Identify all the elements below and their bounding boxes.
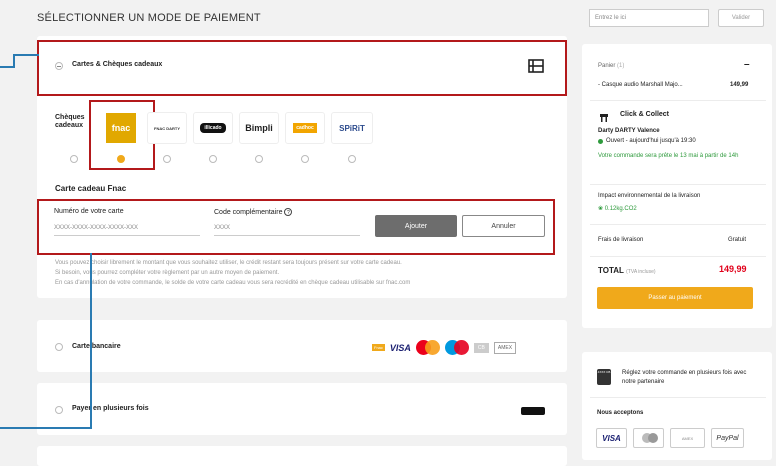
store-status-text: Ouvert - aujourd'hui jusqu'à 19:30 bbox=[606, 138, 696, 144]
cancel-gift-card-button[interactable]: Annuler bbox=[462, 215, 545, 237]
annotation-line bbox=[0, 66, 14, 68]
divider bbox=[590, 397, 766, 398]
illicado-logo-label: illicado bbox=[200, 123, 226, 133]
bank-card-label: Carte bancaire bbox=[72, 343, 121, 350]
store-icon bbox=[599, 110, 609, 128]
installment-badge-icon bbox=[521, 407, 545, 415]
add-gift-card-button[interactable]: Ajouter bbox=[375, 215, 457, 237]
ready-text: Votre commande sera prête le 13 mai à pa… bbox=[598, 153, 739, 159]
gift-card-radio-fnac-darty[interactable] bbox=[163, 155, 171, 163]
card-number-input[interactable]: XXXX-XXXX-XXXX-XXXX-XXX bbox=[54, 220, 200, 236]
spirit-logo-label: SPiRiT bbox=[339, 123, 365, 133]
fnac-darty-logo-label: FNAC DARTY bbox=[154, 125, 180, 131]
help-icon[interactable]: ? bbox=[284, 208, 293, 216]
cart-header[interactable]: Panier (1) bbox=[598, 63, 624, 69]
visa-icon: VISA bbox=[389, 342, 411, 353]
info-line-2: Si besoin, vous pourrez compléter votre … bbox=[55, 270, 280, 276]
installments-promo-text: Réglez votre commande en plusieurs fois … bbox=[622, 370, 747, 385]
gift-card-info-text: Vous pouvez choisir librement le montant… bbox=[55, 258, 545, 288]
total-row: TOTAL (TVA incluse) bbox=[598, 266, 656, 275]
gift-card-icon bbox=[527, 57, 545, 80]
cart-item-price: 149,99 bbox=[730, 82, 749, 88]
fnac-card-icon: Fnac bbox=[372, 344, 385, 351]
info-line-1: Vous pouvez choisir librement le montant… bbox=[55, 260, 402, 266]
cadhoc-logo-label: cadhoc bbox=[293, 123, 317, 133]
card-number-label: Numéro de votre carte bbox=[54, 208, 124, 215]
installment-radio[interactable] bbox=[55, 406, 63, 414]
page-title: SÉLECTIONNER UN MODE DE PAIEMENT bbox=[37, 12, 261, 24]
gift-card-form-title: Carte cadeau Fnac bbox=[55, 184, 127, 193]
code-placeholder: XXXX bbox=[214, 225, 231, 231]
gift-card-spirit[interactable]: SPiRiT bbox=[331, 112, 373, 144]
info-line-3: En cas d'annulation de votre commande, l… bbox=[55, 280, 411, 286]
leaf-icon: ❀ bbox=[598, 206, 604, 212]
code-label: Code complémentaire ? bbox=[214, 208, 293, 216]
total-label: TOTAL bbox=[598, 266, 624, 275]
gift-card-collapse-radio[interactable] bbox=[55, 62, 63, 70]
visa-icon: VISA bbox=[596, 428, 627, 448]
store-name: Darty DARTY Valence bbox=[598, 128, 660, 134]
bimpli-logo-label: Bimpli bbox=[245, 123, 273, 133]
gift-card-fnac-darty[interactable]: FNAC DARTY bbox=[147, 112, 187, 144]
promo-code-placeholder: Entrez le ici bbox=[595, 15, 627, 21]
divider bbox=[590, 184, 766, 185]
total-value: 149,99 bbox=[719, 264, 747, 274]
divider bbox=[590, 256, 766, 257]
pay-button[interactable]: Passer au paiement bbox=[597, 287, 753, 309]
open-status-dot-icon bbox=[598, 138, 603, 144]
gift-card-fnac-tile[interactable]: fnac bbox=[106, 113, 136, 143]
gift-card-radio-cadhoc[interactable] bbox=[301, 155, 309, 163]
annotation-line bbox=[0, 427, 92, 429]
impact-value: ❀ 0.12kg.CO2 bbox=[598, 205, 637, 212]
amex-icon: AMEX bbox=[493, 341, 517, 354]
gift-card-cheques[interactable]: Chèques cadeaux bbox=[55, 114, 91, 146]
gift-card-radio-fnac[interactable] bbox=[117, 155, 125, 163]
store-status: Ouvert - aujourd'hui jusqu'à 19:30 bbox=[598, 138, 696, 144]
card-number-placeholder: XXXX-XXXX-XXXX-XXXX-XXX bbox=[54, 225, 139, 231]
gift-card-radio-bimpli[interactable] bbox=[255, 155, 263, 163]
gift-card-radio-cheques[interactable] bbox=[70, 155, 78, 163]
annotation-line bbox=[13, 54, 15, 68]
divider bbox=[590, 224, 766, 225]
accepted-logos: VISA AMEX PayPal bbox=[596, 428, 744, 448]
code-label-text: Code complémentaire bbox=[214, 209, 283, 216]
cart-count: (1) bbox=[617, 63, 625, 69]
divider bbox=[590, 100, 766, 101]
cart-label: Panier bbox=[598, 63, 616, 69]
gift-card-cadhoc[interactable]: cadhoc bbox=[285, 112, 325, 144]
delivery-value: Gratuit bbox=[728, 237, 747, 243]
cb4x-icon: 4XXX CB bbox=[597, 369, 611, 385]
bank-card-radio[interactable] bbox=[55, 343, 63, 351]
paypal-icon: PayPal bbox=[711, 428, 744, 448]
gift-card-illicado[interactable]: illicado bbox=[193, 112, 233, 144]
maestro-icon bbox=[444, 340, 469, 355]
promo-validate-button[interactable]: Valider bbox=[718, 9, 764, 27]
bottom-panel bbox=[37, 446, 567, 466]
gift-card-radio-spirit[interactable] bbox=[348, 155, 356, 163]
impact-label: Impact environnemental de la livraison bbox=[598, 193, 701, 199]
gift-card-radio-illicado[interactable] bbox=[209, 155, 217, 163]
delivery-label: Frais de livraison bbox=[598, 237, 644, 243]
code-input[interactable]: XXXX bbox=[214, 220, 360, 236]
bank-card-logos: Fnac VISA CB AMEX bbox=[372, 340, 517, 355]
annotation-line bbox=[13, 54, 39, 56]
click-collect-title: Click & Collect bbox=[620, 111, 670, 118]
gift-card-section-label: Cartes & Chèques cadeaux bbox=[72, 61, 163, 68]
cart-item-name: - Casque audio Marshall Majo... bbox=[598, 82, 683, 88]
mastercard-icon bbox=[633, 428, 664, 448]
promo-code-input[interactable]: Entrez le ici bbox=[589, 9, 709, 27]
total-note: (TVA incluse) bbox=[626, 269, 656, 275]
fnac-logo-label: fnac bbox=[111, 123, 131, 133]
accepted-title: Nous acceptons bbox=[597, 410, 644, 416]
impact-value-text: 0.12kg.CO2 bbox=[604, 206, 637, 212]
mastercard-icon bbox=[415, 340, 440, 355]
annotation-line bbox=[90, 253, 92, 429]
gift-card-header-highlight[interactable] bbox=[37, 40, 567, 96]
gift-card-bimpli[interactable]: Bimpli bbox=[239, 112, 279, 144]
amex-icon: AMEX bbox=[670, 428, 705, 448]
cb-icon: CB bbox=[473, 342, 489, 353]
cart-collapse-icon[interactable]: – bbox=[744, 59, 750, 70]
gift-card-cheques-label: Chèques cadeaux bbox=[55, 114, 85, 129]
installment-label: Payer en plusieurs fois bbox=[72, 405, 149, 412]
